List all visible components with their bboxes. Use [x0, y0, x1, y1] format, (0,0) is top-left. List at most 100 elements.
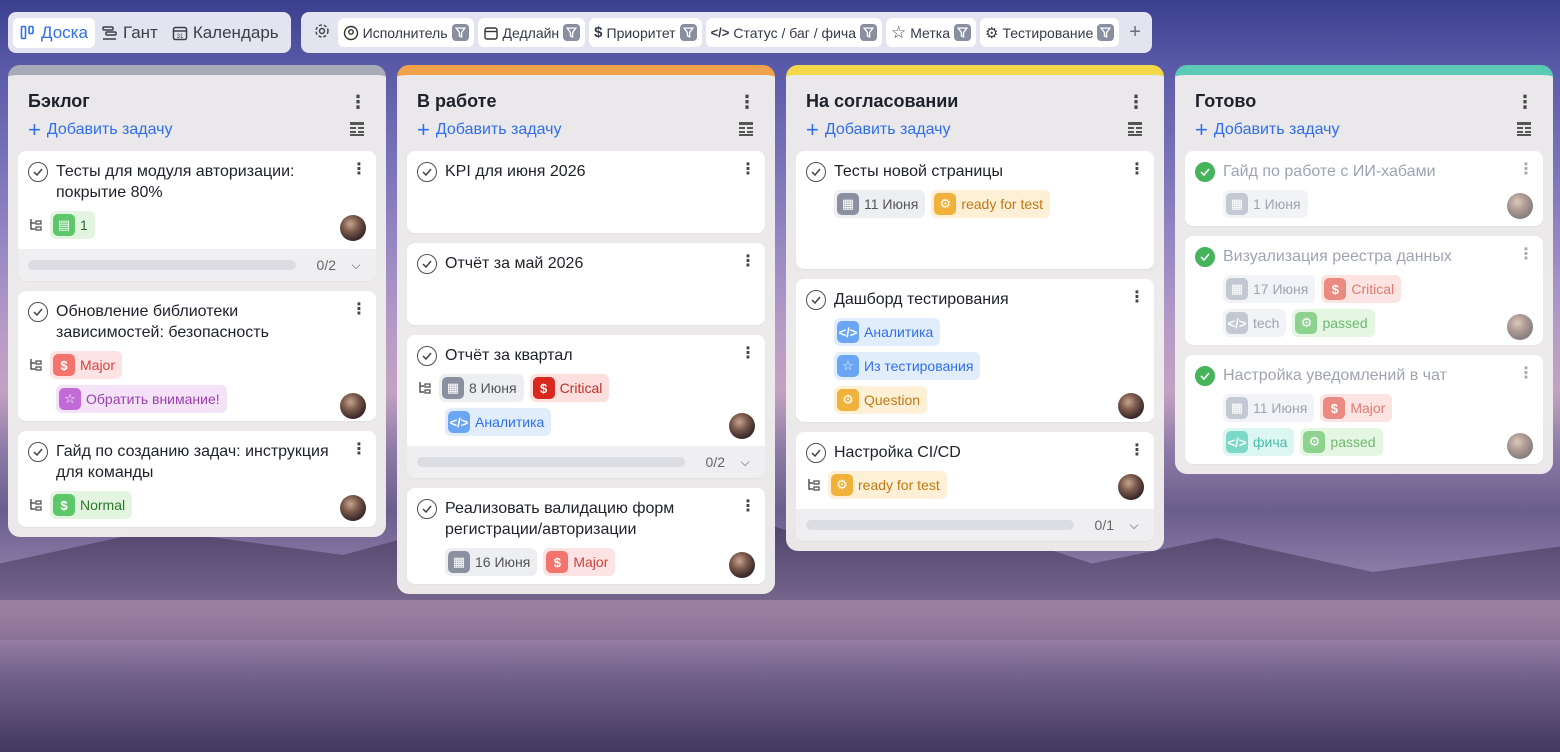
task-menu-icon[interactable]: ⋮: [1518, 247, 1534, 263]
complete-checkbox[interactable]: [28, 302, 48, 322]
complete-checkbox[interactable]: [806, 162, 826, 182]
template-icon[interactable]: [737, 120, 755, 141]
avatar[interactable]: [340, 495, 366, 521]
comments-badge[interactable]: ▤ 1: [50, 211, 95, 239]
priority-tag[interactable]: $ Major: [543, 548, 616, 576]
deadline-tag[interactable]: ▦ 1 Июня: [1223, 190, 1308, 218]
task-card[interactable]: Дашборд тестирования ⋮ </> Аналитика ☆ Из т…: [796, 279, 1154, 422]
complete-checkbox[interactable]: [417, 499, 437, 519]
completed-check-icon[interactable]: [1195, 247, 1215, 267]
type-tag[interactable]: </> Аналитика: [834, 318, 941, 346]
complete-checkbox[interactable]: [28, 442, 48, 462]
testing-tag[interactable]: ⚙ ready for test: [931, 190, 1051, 218]
task-menu-icon[interactable]: ⋮: [1129, 290, 1145, 306]
task-card[interactable]: Гайд по созданию задач: инструкция для к…: [18, 431, 376, 527]
chevron-down-icon[interactable]: ⌵: [346, 258, 366, 273]
complete-checkbox[interactable]: [417, 254, 437, 274]
view-board-button[interactable]: Доска: [13, 17, 95, 48]
filter-testing[interactable]: ⚙ Тестирование: [980, 18, 1120, 47]
deadline-tag[interactable]: ▦ 11 Июня: [1223, 394, 1315, 422]
task-card[interactable]: Отчёт за май 2026 ⋮: [407, 243, 765, 325]
template-icon[interactable]: [1515, 120, 1533, 141]
task-card[interactable]: KPI для июня 2026 ⋮: [407, 151, 765, 233]
avatar[interactable]: [1118, 393, 1144, 419]
add-task-button[interactable]: + Добавить задачу: [417, 119, 561, 141]
task-card[interactable]: Визуализация реестра данных ⋮ ▦ 17 Июня $ C…: [1185, 236, 1543, 345]
type-tag[interactable]: </> Аналитика: [445, 408, 552, 436]
task-card[interactable]: Реализовать валидацию форм регистрации/а…: [407, 488, 765, 584]
deadline-tag[interactable]: ▦ 8 Июня: [439, 374, 524, 402]
avatar[interactable]: [729, 413, 755, 439]
chevron-down-icon[interactable]: ⌵: [735, 455, 755, 470]
task-card[interactable]: Тесты для модуля авторизации: покрытие 8…: [18, 151, 376, 281]
priority-tag[interactable]: $ Major: [50, 351, 123, 379]
task-menu-icon[interactable]: ⋮: [351, 302, 367, 318]
priority-tag[interactable]: $ Normal: [50, 491, 133, 519]
completed-check-icon[interactable]: [1195, 162, 1215, 182]
task-card[interactable]: Настройка CI/CD ⋮ ⚙ ready for test 0/1 ⌵: [796, 432, 1154, 541]
avatar[interactable]: [1118, 474, 1144, 500]
filter-priority[interactable]: $ Приоритет: [589, 18, 702, 47]
complete-checkbox[interactable]: [28, 162, 48, 182]
completed-check-icon[interactable]: [1195, 366, 1215, 386]
task-card[interactable]: Настройка уведомлений в чат ⋮ ▦ 11 Июня $ M…: [1185, 355, 1543, 464]
avatar[interactable]: [729, 552, 755, 578]
type-tag[interactable]: </> фича: [1223, 428, 1295, 456]
add-task-label: Добавить задачу: [1213, 121, 1340, 138]
filter-deadline[interactable]: Дедлайн: [477, 18, 586, 47]
settings-icon[interactable]: [306, 19, 338, 46]
avatar[interactable]: [340, 215, 366, 241]
deadline-tag[interactable]: ▦ 16 Июня: [445, 548, 538, 576]
complete-checkbox[interactable]: [417, 346, 437, 366]
complete-checkbox[interactable]: [417, 162, 437, 182]
view-calendar-button[interactable]: 31 Календарь: [165, 18, 286, 48]
add-task-button[interactable]: + Добавить задачу: [1195, 119, 1339, 141]
testing-tag[interactable]: ⚙ passed: [1300, 428, 1383, 456]
column-menu-icon[interactable]: ⋮: [738, 93, 756, 111]
task-menu-icon[interactable]: ⋮: [1129, 162, 1145, 178]
column-menu-icon[interactable]: ⋮: [1127, 93, 1145, 111]
avatar[interactable]: [340, 393, 366, 419]
task-menu-icon[interactable]: ⋮: [351, 442, 367, 458]
task-card[interactable]: Отчёт за квартал ⋮ ▦ 8 Июня $ Critical </> А…: [407, 335, 765, 478]
testing-tag[interactable]: ⚙ passed: [1292, 309, 1375, 337]
priority-tag[interactable]: $ Critical: [529, 374, 610, 402]
avatar[interactable]: [1507, 433, 1533, 459]
priority-tag[interactable]: $ Critical: [1321, 275, 1402, 303]
testing-tag[interactable]: ⚙ ready for test: [828, 471, 947, 499]
add-task-button[interactable]: + Добавить задачу: [28, 119, 172, 141]
testing-tag[interactable]: ⚙ Question: [834, 386, 928, 414]
task-menu-icon[interactable]: ⋮: [1129, 443, 1145, 459]
chevron-down-icon[interactable]: ⌵: [1124, 518, 1144, 533]
label-tag[interactable]: ☆ Обратить внимание!: [56, 385, 227, 413]
filter-assignee[interactable]: Исполнитель: [337, 18, 474, 47]
filter-label[interactable]: ☆ Метка: [885, 18, 977, 47]
task-menu-icon[interactable]: ⋮: [1518, 366, 1534, 382]
task-card[interactable]: Обновление библиотеки зависимостей: безо…: [18, 291, 376, 421]
label-tag[interactable]: ☆ Из тестирования: [834, 352, 981, 380]
task-menu-icon[interactable]: ⋮: [740, 499, 756, 515]
deadline-tag[interactable]: ▦ 11 Июня: [834, 190, 926, 218]
task-card[interactable]: Тесты новой страницы ⋮ ▦ 11 Июня ⚙ ready fo…: [796, 151, 1154, 269]
avatar[interactable]: [1507, 193, 1533, 219]
complete-checkbox[interactable]: [806, 443, 826, 463]
add-task-button[interactable]: + Добавить задачу: [806, 119, 950, 141]
task-menu-icon[interactable]: ⋮: [740, 162, 756, 178]
column-menu-icon[interactable]: ⋮: [349, 93, 367, 111]
task-menu-icon[interactable]: ⋮: [351, 162, 367, 178]
task-menu-icon[interactable]: ⋮: [1518, 162, 1534, 178]
type-tag[interactable]: </> tech: [1223, 309, 1287, 337]
filter-status[interactable]: </> Статус / баг / фича: [705, 18, 882, 47]
deadline-tag[interactable]: ▦ 17 Июня: [1223, 275, 1316, 303]
task-menu-icon[interactable]: ⋮: [740, 254, 756, 270]
template-icon[interactable]: [1126, 120, 1144, 141]
add-filter-button[interactable]: +: [1123, 21, 1147, 44]
priority-tag[interactable]: $ Major: [1320, 394, 1393, 422]
complete-checkbox[interactable]: [806, 290, 826, 310]
column-menu-icon[interactable]: ⋮: [1516, 93, 1534, 111]
task-card[interactable]: Гайд по работе с ИИ-хабами ⋮ ▦ 1 Июня: [1185, 151, 1543, 226]
task-menu-icon[interactable]: ⋮: [740, 346, 756, 362]
template-icon[interactable]: [348, 120, 366, 141]
view-gantt-button[interactable]: Гант: [95, 18, 165, 48]
avatar[interactable]: [1507, 314, 1533, 340]
